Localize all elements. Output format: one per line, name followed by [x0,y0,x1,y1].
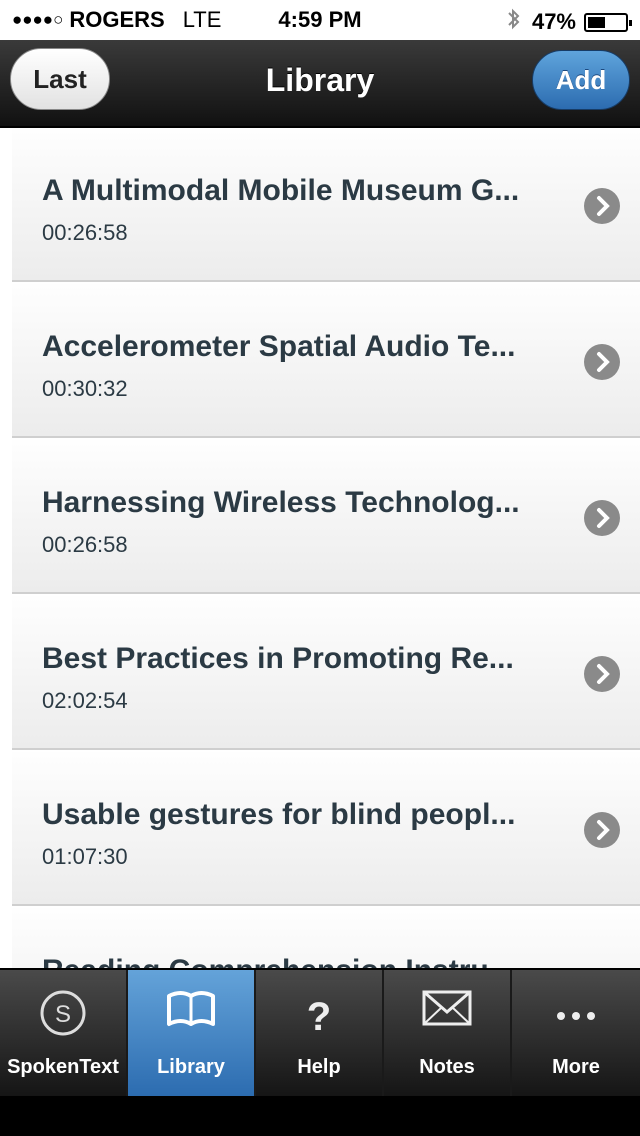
battery-icon [584,12,632,32]
tab-label: Help [297,1056,341,1078]
chevron-right-icon[interactable] [584,812,620,848]
item-title: Best Practices in Promoting Re... [42,642,514,675]
chevron-right-icon[interactable] [584,500,620,536]
chevron-right-icon[interactable] [584,188,620,224]
tab-label: Notes [419,1056,475,1078]
tab-label: SpokenText [7,1056,119,1078]
spokentext-s-icon: S [0,988,126,1038]
item-duration: 00:30:32 [42,376,128,401]
item-duration: 00:26:58 [42,532,128,557]
bluetooth-icon [506,7,522,37]
book-icon [128,988,254,1032]
list-item[interactable]: A Multimodal Mobile Museum G... 00:26:58 [12,128,640,282]
list-item[interactable]: Reading Comprehension Instru... [12,908,640,968]
library-list[interactable]: A Multimodal Mobile Museum G... 00:26:58… [0,128,640,968]
battery-percentage: 47% [531,9,576,34]
item-title: A Multimodal Mobile Museum G... [42,174,520,207]
navigation-bar: Last Library Add [0,40,640,128]
add-button[interactable]: Add [532,50,630,110]
item-duration: 00:26:58 [42,220,128,245]
list-item[interactable]: Usable gestures for blind peopl... 01:07… [12,752,640,906]
tab-notes[interactable]: Notes [384,970,512,1096]
list-item[interactable]: Accelerometer Spatial Audio Te... 00:30:… [12,284,640,438]
list-item[interactable]: Harnessing Wireless Technolog... 00:26:5… [12,440,640,594]
svg-text:S: S [55,1001,71,1028]
tab-bar: S SpokenText Library ? Help Notes More [0,968,640,1096]
more-dots-icon [512,988,640,1038]
item-title: Reading Comprehension Instru... [42,954,562,968]
tab-label: Library [157,1056,225,1078]
item-title: Usable gestures for blind peopl... [42,798,516,831]
item-duration: 01:07:30 [42,844,128,869]
list-item[interactable]: Best Practices in Promoting Re... 02:02:… [12,596,640,750]
status-bar: ●●●●○ ROGERS LTE 4:59 PM 47% [0,0,640,40]
tab-spokentext[interactable]: S SpokenText [0,970,128,1096]
svg-text:?: ? [307,995,331,1038]
tab-library[interactable]: Library [128,970,256,1096]
tab-help[interactable]: ? Help [256,970,384,1096]
tab-more[interactable]: More [512,970,640,1096]
item-title: Accelerometer Spatial Audio Te... [42,330,516,363]
chevron-right-icon[interactable] [584,656,620,692]
item-title: Harnessing Wireless Technolog... [42,486,520,519]
question-icon: ? [256,988,382,1038]
bottom-edge [0,1096,640,1136]
envelope-icon [384,988,510,1028]
chevron-right-icon[interactable] [584,344,620,380]
item-duration: 02:02:54 [42,688,128,713]
tab-label: More [552,1056,600,1078]
